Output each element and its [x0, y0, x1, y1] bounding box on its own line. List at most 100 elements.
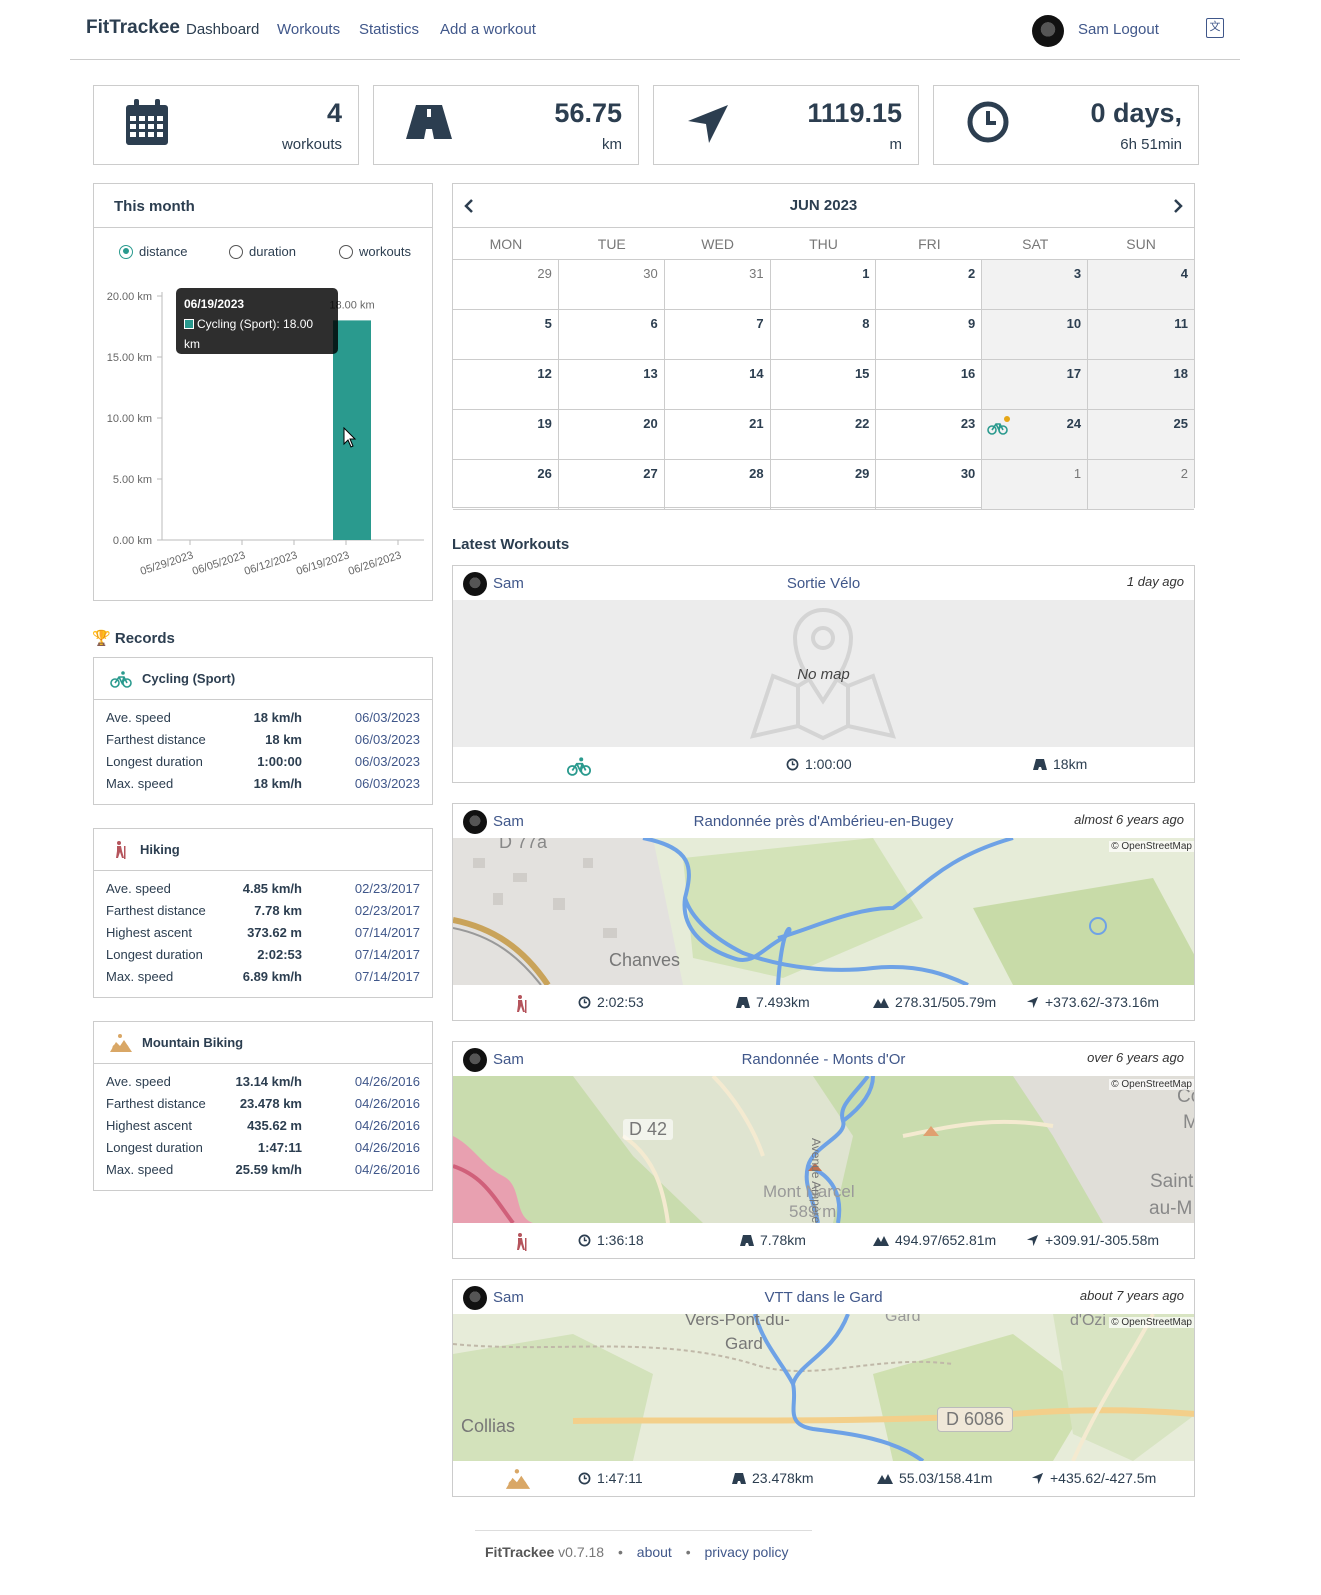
mountain-icon [877, 1474, 893, 1484]
clock-icon [786, 758, 799, 770]
hiking-icon [517, 1233, 527, 1251]
calendar-day-number: 3 [1073, 266, 1082, 281]
nav-dashboard[interactable]: Dashboard [186, 21, 259, 38]
calendar-day[interactable]: 18 [1088, 360, 1194, 410]
map-attribution[interactable]: © OpenStreetMap [1109, 1079, 1194, 1090]
location-arrow-icon [1026, 996, 1039, 1008]
calendar-day[interactable]: 12 [453, 360, 559, 410]
calendar-day[interactable]: 11 [1088, 310, 1194, 360]
calendar-day-number: 23 [960, 416, 976, 431]
record-date-link[interactable]: 06/03/2023 [355, 776, 420, 791]
record-date-link[interactable]: 06/03/2023 [355, 754, 420, 769]
calendar-day[interactable]: 22 [770, 410, 877, 460]
calendar-day[interactable]: 2 [1088, 460, 1194, 510]
calendar-day[interactable]: 25 [1088, 410, 1194, 460]
record-date-link[interactable]: 06/03/2023 [355, 710, 420, 725]
radio-workouts[interactable]: workouts [339, 244, 411, 259]
map-attribution[interactable]: © OpenStreetMap [1109, 1317, 1194, 1328]
top-navbar: FitTrackee Dashboard Workouts Statistics… [70, 0, 1240, 60]
calendar-grid: 29 30 31 1 2 3 4 5 6 7 8 9 10 11 12 13 14 15 16 17 18 19 20 21 2… [453, 260, 1194, 510]
calendar-day[interactable]: 6 [558, 310, 665, 360]
record-date-link[interactable]: 04/26/2016 [355, 1096, 420, 1111]
record-date-link[interactable]: 07/14/2017 [355, 947, 420, 962]
calendar-day[interactable]: 29 [453, 260, 559, 310]
record-date-link[interactable]: 04/26/2016 [355, 1118, 420, 1133]
calendar-day[interactable]: 13 [558, 360, 665, 410]
record-card-mountain-biking: Mountain Biking Ave. speed 13.14 km/h 04/2… [93, 1021, 433, 1191]
brand-logo[interactable]: FitTrackee [86, 17, 180, 39]
calendar-day[interactable]: 5 [453, 310, 559, 360]
calendar-day[interactable]: 14 [664, 360, 771, 410]
calendar-day[interactable]: 24 [982, 410, 1089, 460]
record-date-link[interactable]: 07/14/2017 [355, 925, 420, 940]
record-date-link[interactable]: 04/26/2016 [355, 1140, 420, 1155]
workout-data: 1:00:00 18km [453, 747, 1194, 783]
calendar-day[interactable]: 26 [453, 460, 559, 510]
calendar-day[interactable]: 27 [558, 460, 665, 510]
radio-duration[interactable]: duration [229, 244, 296, 259]
workout-data: 1:47:11 23.478km 55.03/158.41m +435.62/-… [453, 1461, 1194, 1497]
calendar-day[interactable]: 31 [664, 260, 771, 310]
footer-about-link[interactable]: about [637, 1544, 672, 1560]
calendar-day[interactable]: 10 [982, 310, 1089, 360]
record-table: Ave. speed 13.14 km/h 04/26/2016 Farthest … [94, 1064, 432, 1184]
calendar-day[interactable]: 16 [876, 360, 983, 410]
calendar-day[interactable]: 28 [664, 460, 771, 510]
user-avatar[interactable] [1032, 15, 1064, 47]
nav-workouts[interactable]: Workouts [277, 21, 340, 38]
calendar-day-number: 11 [1174, 316, 1188, 331]
record-date-link[interactable]: 07/14/2017 [355, 969, 420, 984]
record-row: Max. speed 6.89 km/h 07/14/2017 [106, 969, 420, 984]
calendar-day[interactable]: 9 [876, 310, 983, 360]
calendar-day[interactable]: 21 [664, 410, 771, 460]
calendar-day[interactable]: 30 [558, 260, 665, 310]
calendar-day[interactable]: 15 [770, 360, 877, 410]
workout-sport [511, 992, 531, 1016]
calendar-icon [126, 99, 168, 145]
calendar-day[interactable]: 17 [982, 360, 1089, 410]
footer-privacy-link[interactable]: privacy policy [705, 1544, 789, 1560]
calendar-day[interactable]: 1 [982, 460, 1089, 510]
language-icon[interactable]: 文 [1206, 18, 1224, 38]
calendar-day[interactable]: 1 [770, 260, 877, 310]
calendar-day[interactable]: 19 [453, 410, 559, 460]
record-row: Ave. speed 18 km/h 06/03/2023 [106, 710, 420, 725]
workout-distance: 23.478km [732, 1470, 813, 1486]
calendar-day[interactable]: 4 [1088, 260, 1194, 310]
calendar-day[interactable]: 20 [558, 410, 665, 460]
clock-icon [578, 996, 591, 1008]
workout-data: 1:36:18 7.78km 494.97/652.81m +309.91/-3… [453, 1223, 1194, 1259]
record-card-cycling: Cycling (Sport) Ave. speed 18 km/h 06/03/2… [93, 657, 433, 805]
workout-title[interactable]: Randonnée - Monts d'Or [453, 1051, 1194, 1068]
calendar-day[interactable]: 30 [876, 460, 983, 510]
nav-add-workout[interactable]: Add a workout [440, 21, 536, 38]
map-attribution[interactable]: © OpenStreetMap [1109, 841, 1194, 852]
record-date-link[interactable]: 04/26/2016 [355, 1074, 420, 1089]
workout-map[interactable]: D 77a Chanves © OpenStreetMap [453, 838, 1194, 985]
calendar-day[interactable]: 29 [770, 460, 877, 510]
calendar-day-number: 6 [650, 316, 658, 331]
weekday-label: SAT [1022, 236, 1049, 252]
clock-icon [967, 101, 1009, 143]
workout-map[interactable]: D 42 Mont Narcel 589 m Avenue Ampère Sai… [453, 1076, 1194, 1223]
calendar-day[interactable]: 7 [664, 310, 771, 360]
record-card-hiking: Hiking Ave. speed 4.85 km/h 02/23/2017 Far… [93, 828, 433, 998]
nav-statistics[interactable]: Statistics [359, 21, 419, 38]
workout-title[interactable]: Sortie Vélo [453, 575, 1194, 592]
calendar-day[interactable]: 2 [876, 260, 983, 310]
radio-distance[interactable]: distance [119, 244, 187, 259]
chevron-left-icon[interactable] [463, 198, 475, 214]
record-date-link[interactable]: 02/23/2017 [355, 881, 420, 896]
record-date-link[interactable]: 04/26/2016 [355, 1162, 420, 1177]
nav-logout[interactable]: Logout [1113, 21, 1159, 38]
workout-map[interactable]: Vers-Pont-du- Gard Gard d'Ozi Collias D … [453, 1314, 1194, 1461]
cycling-record-icon[interactable] [987, 415, 1011, 435]
calendar-day[interactable]: 3 [982, 260, 1089, 310]
chevron-right-icon[interactable] [1172, 198, 1184, 214]
calendar-day[interactable]: 23 [876, 410, 983, 460]
records-title: 🏆 Records [92, 630, 175, 647]
record-date-link[interactable]: 06/03/2023 [355, 732, 420, 747]
nav-user[interactable]: Sam [1078, 21, 1109, 38]
calendar-day[interactable]: 8 [770, 310, 877, 360]
record-date-link[interactable]: 02/23/2017 [355, 903, 420, 918]
